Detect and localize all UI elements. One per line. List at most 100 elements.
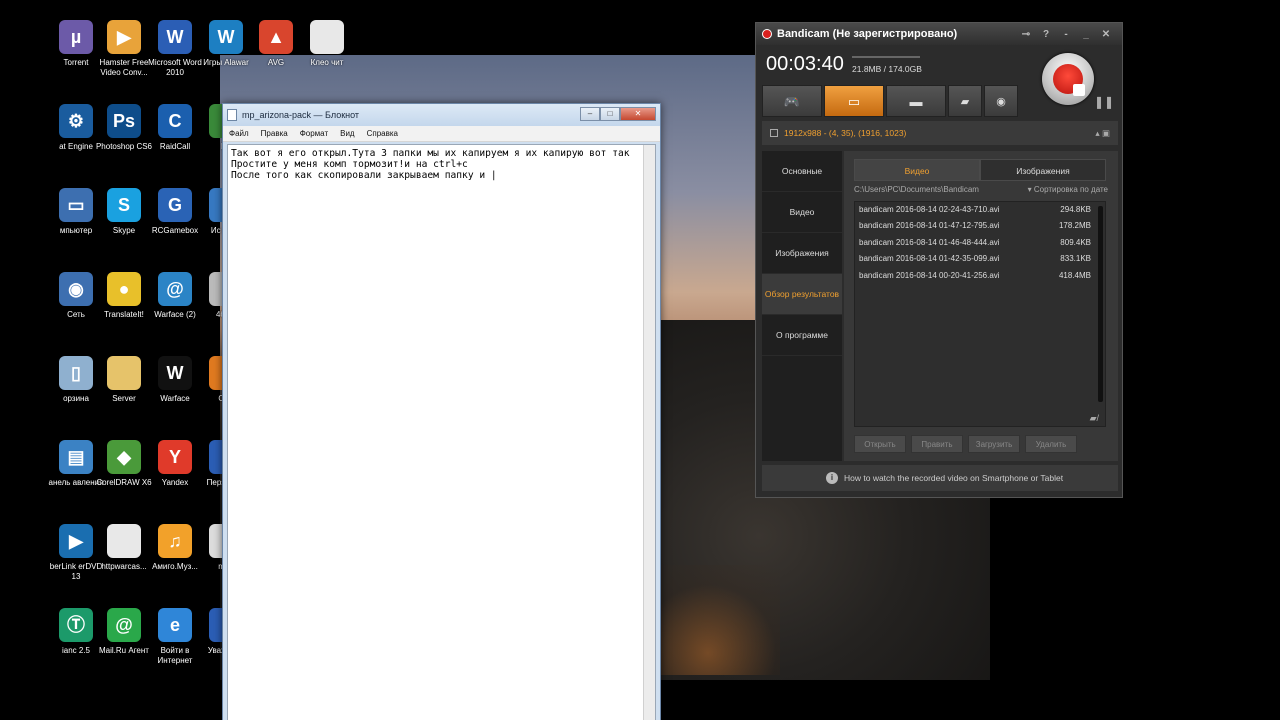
- desktop: µ Torrent ▶ Hamster Free Video Conv... W Micr…: [0, 0, 1280, 720]
- editor-scrollbar[interactable]: [643, 145, 655, 720]
- record-stop-button[interactable]: [1042, 53, 1094, 105]
- amigo-music-icon: ♫: [158, 524, 192, 558]
- camera-button[interactable]: ◉: [984, 85, 1018, 117]
- maximize-button[interactable]: □: [600, 107, 620, 121]
- collapse-icon[interactable]: ▴ ▣: [1095, 128, 1110, 139]
- file-size: 833.1KB: [1060, 254, 1091, 264]
- file-name: bandicam 2016-08-14 02-24-43-710.avi: [859, 205, 1000, 214]
- notepad-window[interactable]: mp_arizona-pack — Блокнот – □ ✕ Файл Пра…: [222, 103, 661, 720]
- hdmi-mode-button[interactable]: ▬: [886, 85, 946, 117]
- sidebar-item-video[interactable]: Видео: [762, 192, 842, 233]
- text-file-icon: [107, 524, 141, 558]
- file-row[interactable]: bandicam 2016-08-14 01-47-12-795.avi 178.…: [855, 218, 1105, 234]
- file-row[interactable]: bandicam 2016-08-14 01-42-35-099.avi 833.…: [855, 251, 1105, 267]
- cheat-engine-icon: ⚙: [59, 104, 93, 138]
- stop-icon: [1073, 84, 1085, 96]
- minimize-button[interactable]: –: [580, 107, 600, 121]
- bandicam-titlebar[interactable]: Bandicam (Не зарегистрировано) ⊸ ? - _ ✕: [756, 23, 1122, 45]
- file-list: bandicam 2016-08-14 02-24-43-710.avi 294.…: [854, 201, 1106, 427]
- recycle-bin-icon: ▯: [59, 356, 93, 390]
- file-row[interactable]: bandicam 2016-08-14 01-46-48-444.avi 809.…: [855, 235, 1105, 251]
- help-icon[interactable]: ?: [1038, 29, 1054, 40]
- mode-toolbar: 🎮 ▭ ▬ ▰ ◉: [762, 85, 1042, 117]
- menu-format[interactable]: Формат: [294, 129, 334, 138]
- info-bar[interactable]: i How to watch the recorded video on Sma…: [762, 465, 1118, 491]
- tab-images[interactable]: Изображения: [980, 159, 1106, 181]
- notepad-titlebar[interactable]: mp_arizona-pack — Блокнот – □ ✕: [223, 104, 660, 126]
- edit-button[interactable]: Править: [911, 435, 963, 453]
- file-name: bandicam 2016-08-14 00-20-41-256.avi: [859, 270, 1000, 280]
- info-icon: i: [826, 472, 838, 484]
- bandicam-window[interactable]: Bandicam (Не зарегистрировано) ⊸ ? - _ ✕…: [755, 22, 1123, 498]
- warface-logo-icon: W: [158, 356, 192, 390]
- warface-icon: @: [158, 272, 192, 306]
- file-name: bandicam 2016-08-14 01-42-35-099.avi: [859, 254, 1000, 264]
- tab-video[interactable]: Видео: [854, 159, 980, 181]
- desktop-icon[interactable]: Клео чит: [297, 20, 357, 68]
- file-actions: Открыть Править Загрузить Удалить: [854, 435, 1077, 453]
- editor-line: Простите у меня комп тормозит!и на ctrl+…: [231, 159, 468, 170]
- file-row[interactable]: bandicam 2016-08-14 00-20-41-256.avi 418.…: [855, 268, 1105, 284]
- sidebar-item-images[interactable]: Изображения: [762, 233, 842, 274]
- file-name: bandicam 2016-08-14 01-46-48-444.avi: [859, 237, 1000, 247]
- open-folder-icon[interactable]: ▰/: [1090, 413, 1099, 424]
- sort-dropdown[interactable]: ▾ Сортировка по дате: [1028, 185, 1108, 194]
- photoshop-icon: Ps: [107, 104, 141, 138]
- window-controls: – □ ✕: [580, 107, 656, 123]
- coreldraw-icon: ◆: [107, 440, 141, 474]
- tray-button[interactable]: _: [1078, 29, 1094, 40]
- sidebar-item-about[interactable]: О программе: [762, 315, 842, 356]
- upload-button[interactable]: Загрузить: [968, 435, 1020, 453]
- area-checkbox[interactable]: [770, 129, 778, 137]
- ie-icon: e: [158, 608, 192, 642]
- file-rows: bandicam 2016-08-14 02-24-43-710.avi 294.…: [855, 202, 1105, 284]
- hamster-icon: ▶: [107, 20, 141, 54]
- yandex-icon: Y: [158, 440, 192, 474]
- avg-icon: ▲: [259, 20, 293, 54]
- file-name: bandicam 2016-08-14 01-47-12-795.avi: [859, 221, 1000, 231]
- notepad-icon: [227, 109, 237, 121]
- path-row: C:\Users\PC\Documents\Bandicam ▾ Сортиро…: [854, 185, 1108, 194]
- notepad-title: mp_arizona-pack — Блокнот: [242, 110, 360, 120]
- notepad-editor[interactable]: Так вот я его открыл.Тута 3 папки мы их …: [227, 144, 656, 720]
- output-path: C:\Users\PC\Documents\Bandicam: [854, 185, 979, 194]
- bandicam-title: Bandicam (Не зарегистрировано): [777, 28, 958, 40]
- key-icon[interactable]: ⊸: [1018, 29, 1034, 40]
- notepad-menubar: Файл Правка Формат Вид Справка: [223, 126, 660, 142]
- close-button[interactable]: ✕: [620, 107, 656, 121]
- file-size: 294.8KB: [1060, 205, 1091, 214]
- bandicam-sidebar: Основные Видео Изображения Обзор результ…: [762, 151, 842, 461]
- wallpaper-glow: [660, 565, 780, 675]
- powerdvd-icon: ▶: [59, 524, 93, 558]
- desktop-icon-label: Клео чит: [310, 58, 344, 67]
- file-size: 178.2MB: [1058, 221, 1091, 231]
- file-list-scrollbar[interactable]: [1098, 206, 1103, 402]
- pause-button[interactable]: ❚❚: [1094, 95, 1114, 109]
- menu-view[interactable]: Вид: [334, 129, 360, 138]
- minimize-button[interactable]: -: [1058, 29, 1074, 40]
- folder-icon: [107, 356, 141, 390]
- file-size: 809.4KB: [1060, 237, 1091, 247]
- word-icon: W: [158, 20, 192, 54]
- sidebar-item-output[interactable]: Обзор результатов: [762, 274, 842, 315]
- folder-button[interactable]: ▰: [948, 85, 982, 117]
- torrent-icon: µ: [59, 20, 93, 54]
- close-button[interactable]: ✕: [1098, 29, 1114, 40]
- file-size: 21.8MB / 174.0GB: [852, 64, 922, 74]
- screen-mode-button[interactable]: ▭: [824, 85, 884, 117]
- editor-line: После того как скопировали закрываем пап…: [231, 170, 497, 181]
- open-button[interactable]: Открыть: [854, 435, 906, 453]
- area-text: 1912x988 - (4, 35), (1916, 1023): [784, 128, 907, 138]
- record-icon: [1053, 64, 1085, 96]
- menu-edit[interactable]: Правка: [255, 129, 294, 138]
- file-row[interactable]: bandicam 2016-08-14 02-24-43-710.avi 294.…: [855, 202, 1105, 218]
- game-mode-button[interactable]: 🎮: [762, 85, 822, 117]
- bandicam-window-controls: ⊸ ? - _ ✕: [1018, 29, 1114, 40]
- text-file-icon: [310, 20, 344, 54]
- info-text: How to watch the recorded video on Smart…: [844, 473, 1064, 483]
- delete-button[interactable]: Удалить: [1025, 435, 1077, 453]
- sidebar-item-general[interactable]: Основные: [762, 151, 842, 192]
- menu-help[interactable]: Справка: [361, 129, 404, 138]
- control-panel-icon: ▤: [59, 440, 93, 474]
- menu-file[interactable]: Файл: [223, 129, 255, 138]
